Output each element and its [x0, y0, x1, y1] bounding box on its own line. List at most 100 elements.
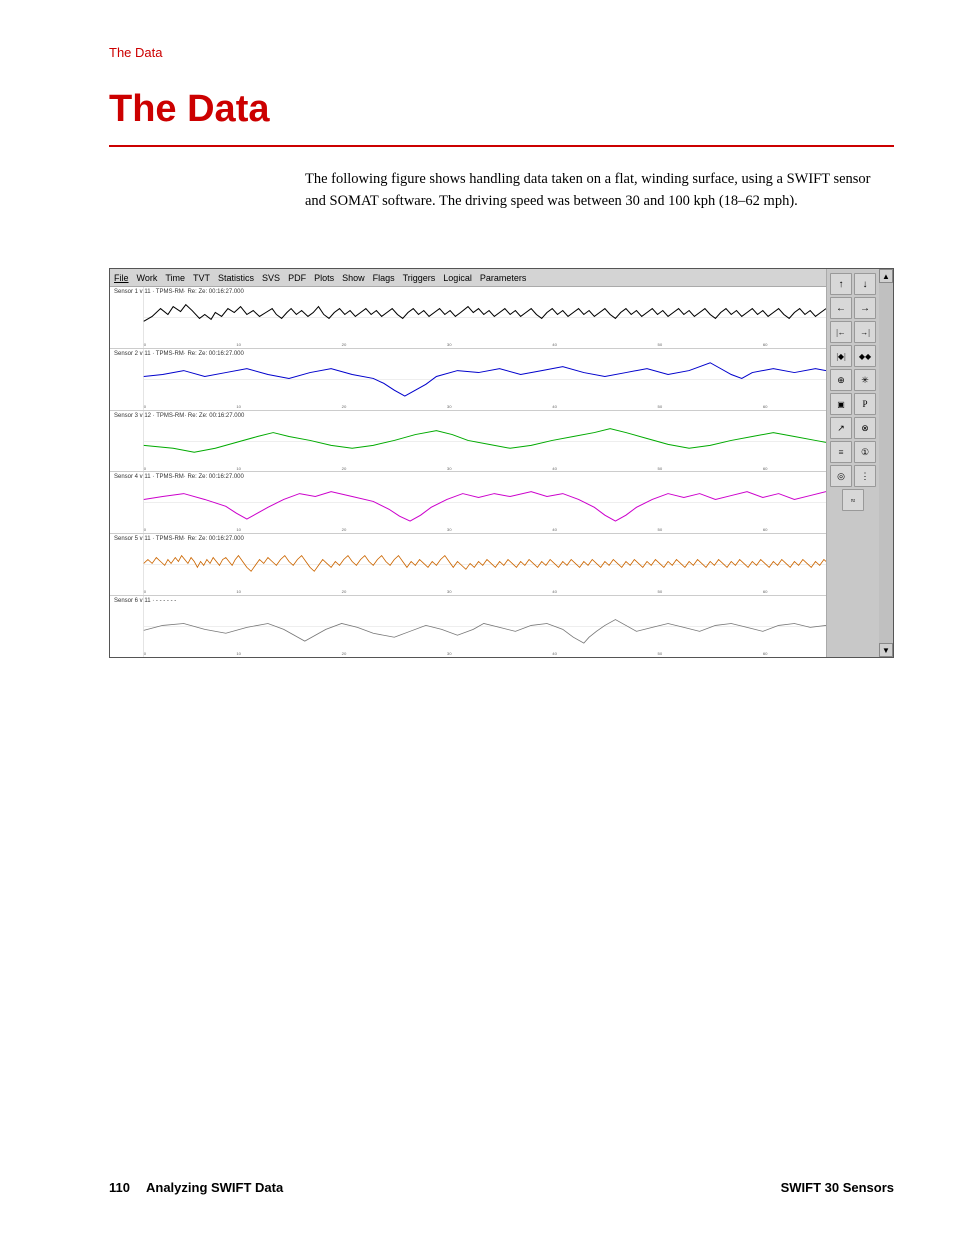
toolbar-row-9: ◎ ⋮ [830, 465, 876, 487]
menu-triggers[interactable]: Triggers [403, 273, 436, 283]
more-button[interactable]: ⋮ [854, 465, 876, 487]
menu-time[interactable]: Time [165, 273, 185, 283]
chart-panels: Sensor 1 v 11 · TPMS-RM· Re: Ze: 00:16:2… [110, 287, 826, 657]
panel-6-label: Sensor 6 v 11 · - - - - - - [114, 598, 176, 604]
menu-parameters[interactable]: Parameters [480, 273, 527, 283]
chart-panel-4: Sensor 4 v 11 · TPMS-RM· Re: Ze: 00:16:2… [110, 472, 826, 534]
menu-show[interactable]: Show [342, 273, 365, 283]
menu-svs[interactable]: SVS [262, 273, 280, 283]
menu-plots[interactable]: Plots [314, 273, 334, 283]
end-button[interactable]: →| [854, 321, 876, 343]
expand-button[interactable]: ◆◆ [854, 345, 876, 367]
svg-text:30: 30 [447, 342, 452, 347]
chart-panel-6: Sensor 6 v 11 · - - - - - - 0 10 20 30 4… [110, 596, 826, 657]
chart-panel-2: Sensor 2 v 11 · TPMS-RM· Re: Ze: 00:16:2… [110, 349, 826, 411]
svg-text:40: 40 [552, 651, 557, 656]
toolbar-row-7: ↗ ⊗ [830, 417, 876, 439]
svg-text:10: 10 [236, 466, 241, 471]
svg-text:50: 50 [658, 466, 663, 471]
svg-text:20: 20 [342, 466, 347, 471]
menu-pdf[interactable]: PDF [288, 273, 306, 283]
menu-statistics[interactable]: Statistics [218, 273, 254, 283]
scroll-down-button[interactable]: ↓ [854, 273, 876, 295]
footer: 110 Analyzing SWIFT Data SWIFT 30 Sensor… [109, 1180, 894, 1195]
footer-left: 110 Analyzing SWIFT Data [109, 1180, 283, 1195]
zoom-out-button[interactable]: ✳ [854, 369, 876, 391]
svg-text:0: 0 [144, 589, 147, 594]
svg-text:10: 10 [236, 589, 241, 594]
svg-text:40: 40 [552, 527, 557, 532]
panel-4-label: Sensor 4 v 11 · TPMS-RM· Re: Ze: 00:16:2… [114, 474, 244, 480]
scroll-up-button[interactable]: ↑ [830, 273, 852, 295]
menu-tvt[interactable]: TVT [193, 273, 210, 283]
svg-text:30: 30 [447, 404, 452, 409]
footer-product: SWIFT 30 Sensors [781, 1180, 894, 1195]
svg-text:60: 60 [763, 466, 768, 471]
scrollbar-up-arrow[interactable]: ▲ [879, 269, 893, 283]
toolbar-row-3: |← →| [830, 321, 876, 343]
fit-button[interactable]: |◆| [830, 345, 852, 367]
title-divider [109, 145, 894, 147]
chart-panel-1: Sensor 1 v 11 · TPMS-RM· Re: Ze: 00:16:2… [110, 287, 826, 349]
menu-file[interactable]: File [114, 273, 129, 283]
svg-text:10: 10 [236, 404, 241, 409]
page-title: The Data [109, 88, 269, 131]
wave-button[interactable]: ≈ [842, 489, 864, 511]
pin-button[interactable]: P [854, 393, 876, 415]
svg-text:50: 50 [658, 527, 663, 532]
scrollbar-track[interactable] [879, 283, 893, 643]
svg-text:40: 40 [552, 589, 557, 594]
svg-text:40: 40 [552, 466, 557, 471]
copy-button[interactable]: ① [854, 441, 876, 463]
svg-text:30: 30 [447, 527, 452, 532]
svg-text:50: 50 [658, 589, 663, 594]
svg-text:50: 50 [658, 404, 663, 409]
scroll-right-button[interactable]: → [854, 297, 876, 319]
svg-text:20: 20 [342, 589, 347, 594]
svg-text:20: 20 [342, 651, 347, 656]
svg-text:60: 60 [763, 589, 768, 594]
svg-text:60: 60 [763, 404, 768, 409]
start-button[interactable]: |← [830, 321, 852, 343]
toolbar: ↑ ↓ ← → |← →| |◆| ◆◆ ⊕ ✳ ▣ P ↗ ⊗ ≡ ① [827, 269, 879, 657]
footer-section: Analyzing SWIFT Data [146, 1180, 283, 1195]
svg-text:20: 20 [342, 342, 347, 347]
svg-text:20: 20 [342, 527, 347, 532]
svg-text:40: 40 [552, 404, 557, 409]
scrollbar-down-arrow[interactable]: ▼ [879, 643, 893, 657]
svg-text:10: 10 [236, 527, 241, 532]
svg-text:50: 50 [658, 342, 663, 347]
zoom-in-button[interactable]: ⊕ [830, 369, 852, 391]
svg-text:20: 20 [342, 404, 347, 409]
svg-text:40: 40 [552, 342, 557, 347]
svg-text:50: 50 [658, 651, 663, 656]
cursor-button[interactable]: ↗ [830, 417, 852, 439]
toolbar-row-5: ⊕ ✳ [830, 369, 876, 391]
svg-text:0: 0 [144, 404, 147, 409]
scrollbar[interactable]: ▲ ▼ [879, 269, 893, 657]
menu-logical[interactable]: Logical [443, 273, 472, 283]
toolbar-row-10: ≈ [842, 489, 864, 511]
close-x-button[interactable]: ⊗ [854, 417, 876, 439]
scroll-left-button[interactable]: ← [830, 297, 852, 319]
toolbar-row-1: ↑ ↓ [830, 273, 876, 295]
svg-text:30: 30 [447, 651, 452, 656]
menu-bar[interactable]: File Work Time TVT Statistics SVS PDF Pl… [110, 269, 826, 287]
measure-button[interactable]: ▣ [830, 393, 852, 415]
svg-text:60: 60 [763, 527, 768, 532]
menu-flags[interactable]: Flags [373, 273, 395, 283]
svg-text:0: 0 [144, 342, 147, 347]
svg-text:0: 0 [144, 527, 147, 532]
toolbar-row-4: |◆| ◆◆ [830, 345, 876, 367]
footer-page-number: 110 [109, 1180, 130, 1195]
toolbar-row-8: ≡ ① [830, 441, 876, 463]
menu-work[interactable]: Work [137, 273, 158, 283]
toolbar-row-6: ▣ P [830, 393, 876, 415]
circle-button[interactable]: ◎ [830, 465, 852, 487]
list-button[interactable]: ≡ [830, 441, 852, 463]
svg-text:30: 30 [447, 589, 452, 594]
panel-3-label: Sensor 3 v 12 · TPMS-RM· Re: Ze: 00:16:2… [114, 413, 244, 419]
toolbar-row-2: ← → [830, 297, 876, 319]
svg-text:60: 60 [763, 342, 768, 347]
panel-5-label: Sensor 5 v 11 · TPMS-RM· Re: Ze: 00:16:2… [114, 536, 244, 542]
